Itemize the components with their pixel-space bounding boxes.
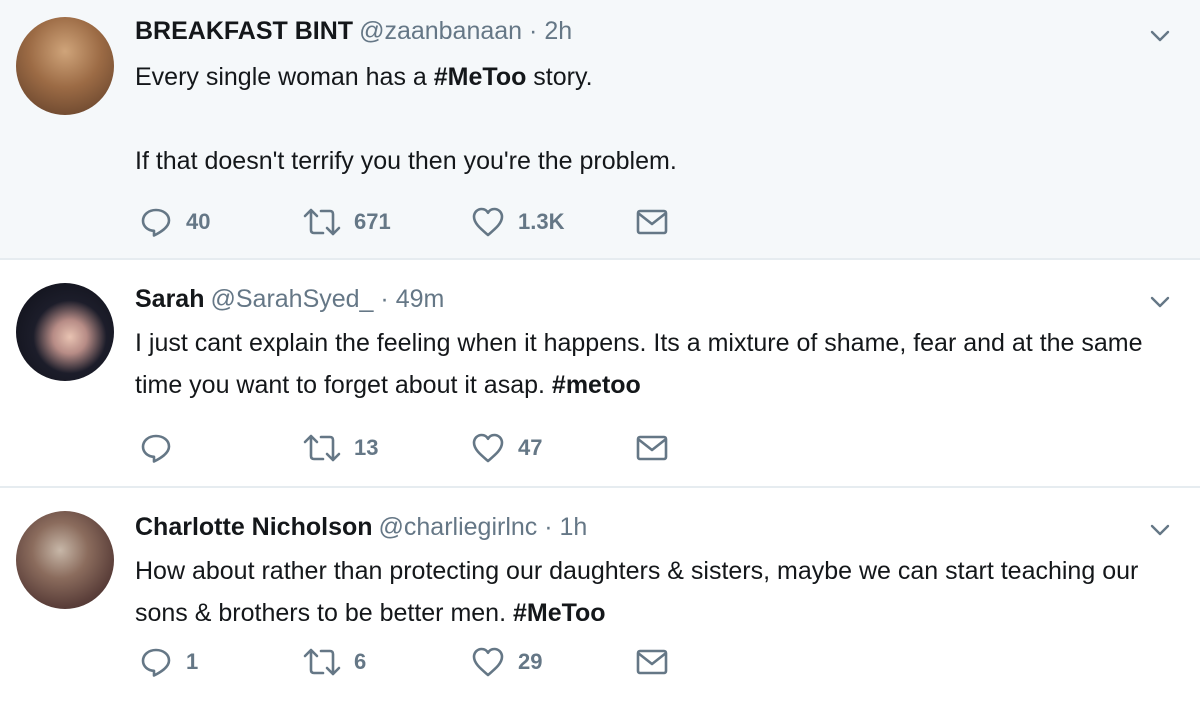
tweet-text: Every single woman has a #MeToo story. I…: [135, 63, 677, 175]
tweet-header: Sarah @SarahSyed_ · 49m: [135, 284, 444, 314]
timeline: BREAKFAST BINT @zaanbanaan · 2h Every sin…: [0, 0, 1200, 702]
retweet-button[interactable]: 13: [302, 428, 378, 468]
reply-icon: [141, 208, 171, 237]
chevron-down-icon[interactable]: [1148, 518, 1172, 542]
reply-button[interactable]: 1: [138, 642, 198, 682]
tweet[interactable]: Sarah @SarahSyed_ · 49m I just cant expla…: [0, 260, 1200, 488]
separator: ·: [544, 513, 553, 541]
timestamp[interactable]: 49m: [396, 285, 445, 313]
like-button[interactable]: 47: [470, 428, 542, 468]
tweet-text: How about rather than protecting our dau…: [135, 557, 1139, 627]
reply-count: 1: [186, 649, 199, 674]
reply-button[interactable]: [138, 428, 186, 468]
like-button[interactable]: 1.3K: [470, 202, 564, 242]
separator: ·: [380, 285, 389, 313]
retweet-count: 13: [354, 435, 379, 460]
direct-message-button[interactable]: [635, 202, 669, 242]
like-button[interactable]: 29: [470, 642, 542, 682]
envelope-icon: [636, 649, 668, 675]
like-count: 1.3K: [518, 209, 565, 234]
handle[interactable]: @SarahSyed_: [210, 285, 373, 313]
separator: ·: [529, 17, 538, 45]
handle[interactable]: @zaanbanaan: [359, 17, 522, 45]
retweet-icon: [303, 648, 341, 676]
reply-icon: [141, 434, 171, 463]
hashtag-link[interactable]: #MeToo: [434, 63, 527, 91]
tweet[interactable]: BREAKFAST BINT @zaanbanaan · 2h Every sin…: [0, 0, 1200, 260]
retweet-button[interactable]: 671: [302, 202, 391, 242]
hashtag-link[interactable]: #metoo: [552, 371, 641, 399]
avatar[interactable]: [16, 283, 114, 381]
avatar[interactable]: [16, 511, 114, 609]
tweet-text: I just cant explain the feeling when it …: [135, 329, 1143, 399]
like-count: 29: [518, 649, 543, 674]
timestamp[interactable]: 2h: [544, 17, 572, 45]
chevron-down-icon[interactable]: [1148, 290, 1172, 314]
hashtag-link[interactable]: #MeToo: [513, 599, 606, 627]
tweet-header: Charlotte Nicholson @charliegirlnc · 1h: [135, 512, 587, 542]
envelope-icon: [636, 209, 668, 235]
avatar[interactable]: [16, 17, 114, 115]
like-count: 47: [518, 435, 543, 460]
tweet[interactable]: Charlotte Nicholson @charliegirlnc · 1h H…: [0, 488, 1200, 702]
direct-message-button[interactable]: [635, 428, 669, 468]
retweet-button[interactable]: 6: [302, 642, 366, 682]
display-name[interactable]: Charlotte Nicholson: [135, 513, 373, 541]
tweet-header: BREAKFAST BINT @zaanbanaan · 2h: [135, 16, 572, 46]
reply-count: 40: [186, 209, 211, 234]
heart-icon: [472, 207, 504, 237]
display-name[interactable]: Sarah: [135, 285, 204, 313]
timestamp[interactable]: 1h: [560, 513, 588, 541]
chevron-down-icon[interactable]: [1148, 24, 1172, 48]
retweet-icon: [303, 434, 341, 462]
display-name[interactable]: BREAKFAST BINT: [135, 17, 353, 45]
direct-message-button[interactable]: [635, 642, 669, 682]
heart-icon: [472, 433, 504, 463]
retweet-count: 6: [354, 649, 367, 674]
handle[interactable]: @charliegirlnc: [379, 513, 538, 541]
envelope-icon: [636, 435, 668, 461]
heart-icon: [472, 647, 504, 677]
reply-button[interactable]: 40: [138, 202, 210, 242]
reply-icon: [141, 648, 171, 677]
retweet-icon: [303, 208, 341, 236]
retweet-count: 671: [354, 209, 391, 234]
